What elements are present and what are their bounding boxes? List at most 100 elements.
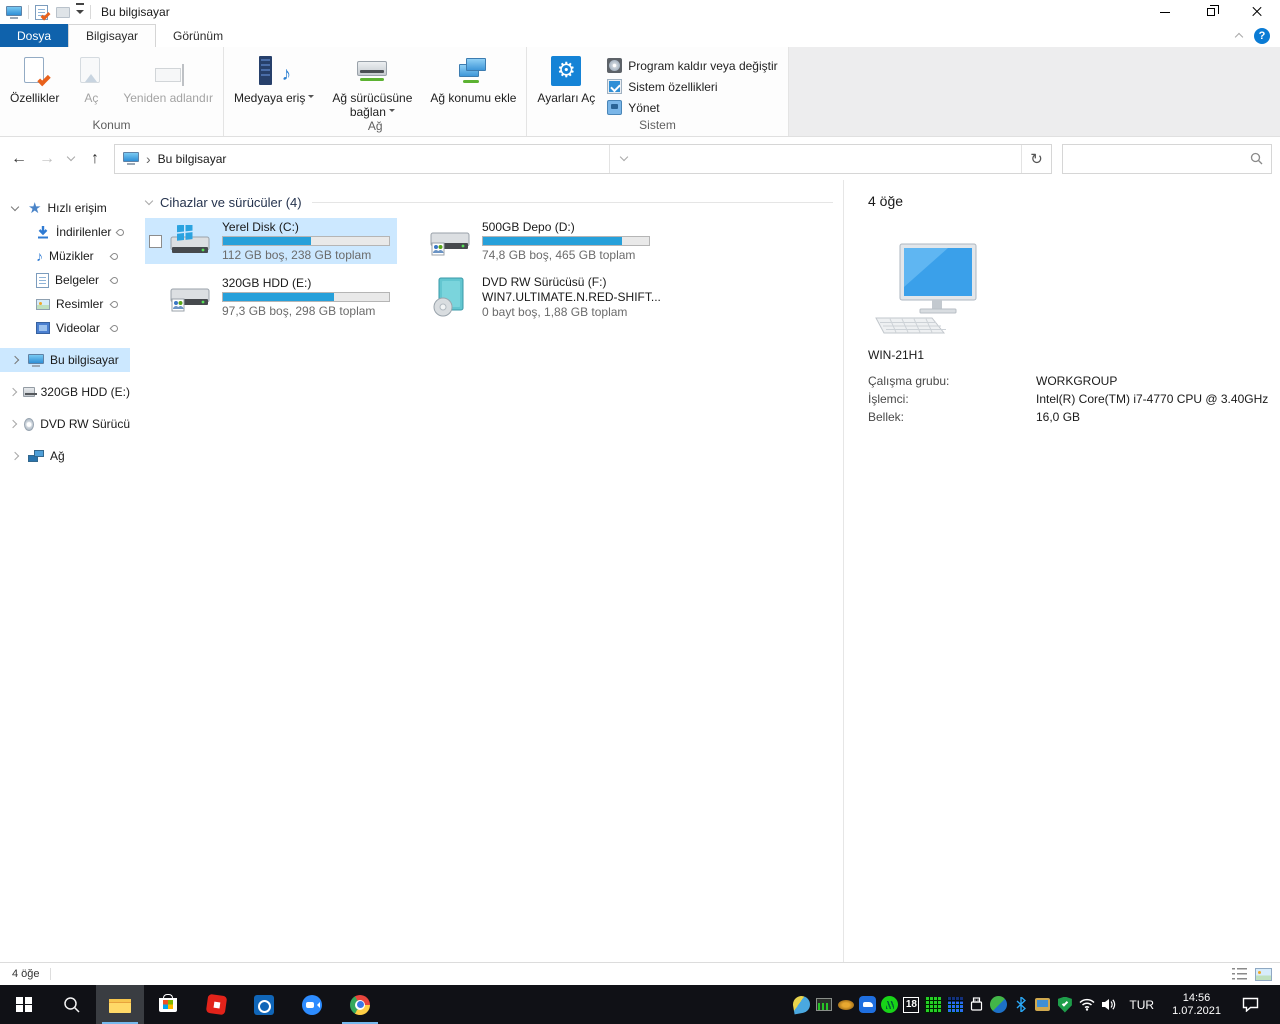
group-label-network: Ağ (367, 119, 383, 133)
forward-button[interactable]: → (34, 146, 60, 172)
map-network-drive-button[interactable]: Ağ sürücüsüne bağlan (320, 50, 424, 119)
computer-name: WIN-21H1 (868, 348, 925, 362)
expand-chevron-icon[interactable] (8, 419, 18, 429)
manage-icon (607, 100, 623, 115)
uninstall-program-button[interactable]: Program kaldır veya değiştir (601, 55, 783, 76)
refresh-button[interactable]: ↻ (1021, 144, 1051, 173)
pin-icon (109, 299, 120, 309)
rename-button[interactable]: Yeniden adlandır (117, 50, 219, 105)
quick-access-star-icon: ★ (28, 199, 42, 217)
volume-tray-icon[interactable] (1100, 996, 1117, 1013)
system-properties-button[interactable]: Sistem özellikleri (601, 76, 783, 97)
restore-button[interactable] (1188, 0, 1234, 24)
tab-computer[interactable]: Bilgisayar (68, 24, 157, 47)
access-media-button[interactable]: ♪ Medyaya eriş (228, 50, 320, 105)
sidebar-item-this-pc[interactable]: Bu bilgisayar (0, 348, 130, 372)
expand-chevron-icon[interactable] (10, 355, 20, 365)
sidebar-item-pictures[interactable]: Resimler (0, 292, 130, 316)
language-indicator[interactable]: TUR (1122, 998, 1161, 1012)
expand-chevron-icon[interactable] (10, 202, 20, 211)
clock[interactable]: 14:56 1.07.2021 (1166, 992, 1227, 1018)
window-icon (6, 5, 22, 19)
disc-tray-icon[interactable] (837, 999, 854, 1010)
recent-locations-button[interactable] (62, 146, 80, 172)
network-location-icon (457, 57, 489, 85)
minimize-button[interactable] (1142, 0, 1188, 24)
ribbon-group-network: ♪ Medyaya eriş Ağ sürücüsüne bağlan Ağ k… (224, 47, 528, 136)
action-center-button[interactable] (1232, 997, 1268, 1012)
usb-eject-tray-icon[interactable] (968, 996, 985, 1013)
taskbar-chrome-button[interactable] (336, 985, 384, 1024)
collapse-ribbon-chevron-icon[interactable] (1234, 32, 1244, 42)
hdd-drive-icon (170, 281, 210, 313)
sidebar-item-music[interactable]: ♪ Müzikler (0, 244, 130, 268)
taskbar-roblox-button[interactable] (192, 985, 240, 1024)
download-manager-tray-icon[interactable] (990, 996, 1008, 1013)
search-box[interactable] (1062, 143, 1272, 174)
computer-illustration (875, 243, 977, 334)
manage-button[interactable]: Yönet (601, 97, 783, 118)
ribbon-group-location: Özellikler Aç Yeniden adlandır Konum (0, 47, 224, 136)
open-settings-button[interactable]: ⚙ Ayarları Aç (531, 50, 601, 105)
tab-file[interactable]: Dosya (0, 24, 69, 47)
breadcrumb[interactable]: Bu bilgisayar (158, 152, 227, 166)
tab-view[interactable]: Görünüm (156, 24, 240, 47)
bluetooth-tray-icon[interactable] (1012, 996, 1029, 1013)
sidebar-item-videos[interactable]: Videolar (0, 316, 130, 340)
this-pc-icon (28, 353, 44, 367)
taskbar-search-button[interactable] (48, 985, 96, 1024)
calendar-day-tray-icon[interactable]: 18 (903, 996, 920, 1013)
drive-tile-d[interactable]: 500GB Depo (D:) 74,8 GB boş, 465 GB topl… (405, 218, 657, 264)
search-icon (64, 996, 80, 1013)
details-view-button[interactable] (1232, 968, 1247, 980)
task-manager-tray-icon[interactable] (815, 998, 832, 1011)
start-button[interactable] (0, 985, 48, 1024)
pin-icon (115, 227, 126, 237)
taskbar-outlook-button[interactable] (240, 985, 288, 1024)
documents-icon (36, 272, 49, 288)
close-button[interactable] (1234, 0, 1280, 24)
globe-tray-icon[interactable] (792, 994, 812, 1015)
back-button[interactable]: ← (6, 146, 32, 172)
security-shield-tray-icon[interactable] (1057, 996, 1072, 1013)
pictures-icon (36, 298, 50, 310)
network-computer-tray-icon[interactable] (1035, 998, 1051, 1011)
large-icons-view-button[interactable] (1255, 967, 1272, 981)
ribbon: Özellikler Aç Yeniden adlandır Konum ♪ M… (0, 47, 1280, 137)
taskbar-store-button[interactable] (144, 985, 192, 1024)
up-button[interactable]: ↑ (82, 146, 108, 172)
item-checkbox[interactable] (149, 234, 162, 248)
wifi-tray-icon[interactable] (1078, 996, 1095, 1013)
qat-properties-button[interactable] (35, 3, 51, 21)
taskbar-zoom-button[interactable] (288, 985, 336, 1024)
gpu-meter-blue-tray-icon[interactable] (946, 996, 963, 1013)
navigation-pane: ★ Hızlı erişim İndirilenler ♪ Müzikler B… (0, 180, 130, 962)
search-input[interactable] (1071, 151, 1250, 166)
drive-tile-f[interactable]: DVD RW Sürücüsü (F:) WIN7.ULTIMATE.N.RED… (405, 274, 661, 320)
gpu-meter-green-tray-icon[interactable] (924, 996, 941, 1013)
qat-new-folder-button[interactable] (56, 3, 70, 21)
help-button[interactable]: ? (1254, 27, 1270, 44)
qat-customize-button[interactable] (76, 3, 84, 21)
car-app-tray-icon[interactable] (859, 996, 877, 1013)
add-network-location-button[interactable]: Ağ konumu ekle (424, 50, 522, 105)
sidebar-item-quick-access[interactable]: ★ Hızlı erişim (0, 196, 130, 220)
taskbar-file-explorer-button[interactable] (96, 985, 144, 1024)
system-drive-icon (170, 225, 210, 257)
expand-chevron-icon[interactable] (8, 387, 17, 397)
sidebar-item-network[interactable]: Ağ (0, 444, 130, 468)
address-bar[interactable]: › Bu bilgisayar ↻ (114, 143, 1052, 174)
razer-tray-icon[interactable] (881, 996, 899, 1013)
drive-tile-c[interactable]: Yerel Disk (C:) 112 GB boş, 238 GB topla… (145, 218, 397, 264)
drive-tile-e[interactable]: 320GB HDD (E:) 97,3 GB boş, 298 GB topla… (145, 274, 397, 320)
group-collapse-chevron-icon[interactable] (144, 196, 154, 205)
uninstall-icon (607, 58, 623, 73)
address-dropdown-button[interactable] (608, 144, 639, 173)
open-button[interactable]: Aç (65, 50, 117, 105)
properties-button[interactable]: Özellikler (4, 50, 65, 105)
sidebar-item-dvd-drive[interactable]: DVD RW Sürücü (0, 412, 130, 436)
sidebar-item-documents[interactable]: Belgeler (0, 268, 130, 292)
sidebar-item-downloads[interactable]: İndirilenler (0, 220, 130, 244)
sidebar-item-320gb-hdd[interactable]: 320GB HDD (E:) (0, 380, 130, 404)
expand-chevron-icon[interactable] (10, 451, 20, 461)
